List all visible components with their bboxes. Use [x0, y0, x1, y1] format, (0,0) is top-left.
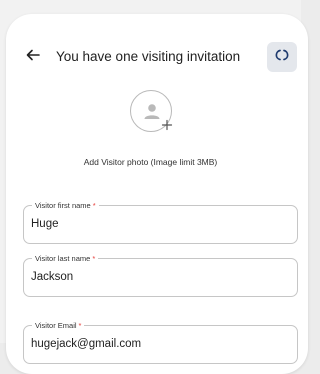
first-name-label: Visitor first name *: [32, 200, 99, 211]
refresh-icon: [275, 48, 289, 67]
page-title: You have one visiting invitation: [56, 49, 241, 64]
required-mark: *: [78, 321, 82, 330]
email-field[interactable]: Visitor Email * hugejack@gmail.com: [23, 320, 298, 364]
last-name-label: Visitor last name *: [32, 253, 99, 264]
arrow-left-icon: [26, 48, 40, 66]
email-label: Visitor Email *: [32, 320, 85, 331]
first-name-value: Huge: [31, 218, 59, 230]
header-bar: You have one visiting invitation: [0, 40, 301, 74]
refresh-button[interactable]: [267, 42, 297, 72]
required-mark: *: [92, 201, 96, 210]
last-name-value: Jackson: [31, 271, 74, 283]
app-screen: You have one visiting invitation Add Vis…: [0, 0, 308, 374]
back-button[interactable]: [24, 48, 42, 66]
add-person-icon: [141, 101, 163, 128]
plus-icon: [161, 118, 173, 131]
first-name-field[interactable]: Visitor first name * Huge: [23, 200, 298, 244]
email-value: hugejack@gmail.com: [31, 338, 142, 350]
add-photo-button[interactable]: [130, 90, 173, 132]
required-mark: *: [92, 254, 96, 263]
photo-caption: Add Visitor photo (Image limit 3MB): [83, 157, 218, 167]
last-name-field[interactable]: Visitor last name * Jackson: [23, 253, 298, 297]
